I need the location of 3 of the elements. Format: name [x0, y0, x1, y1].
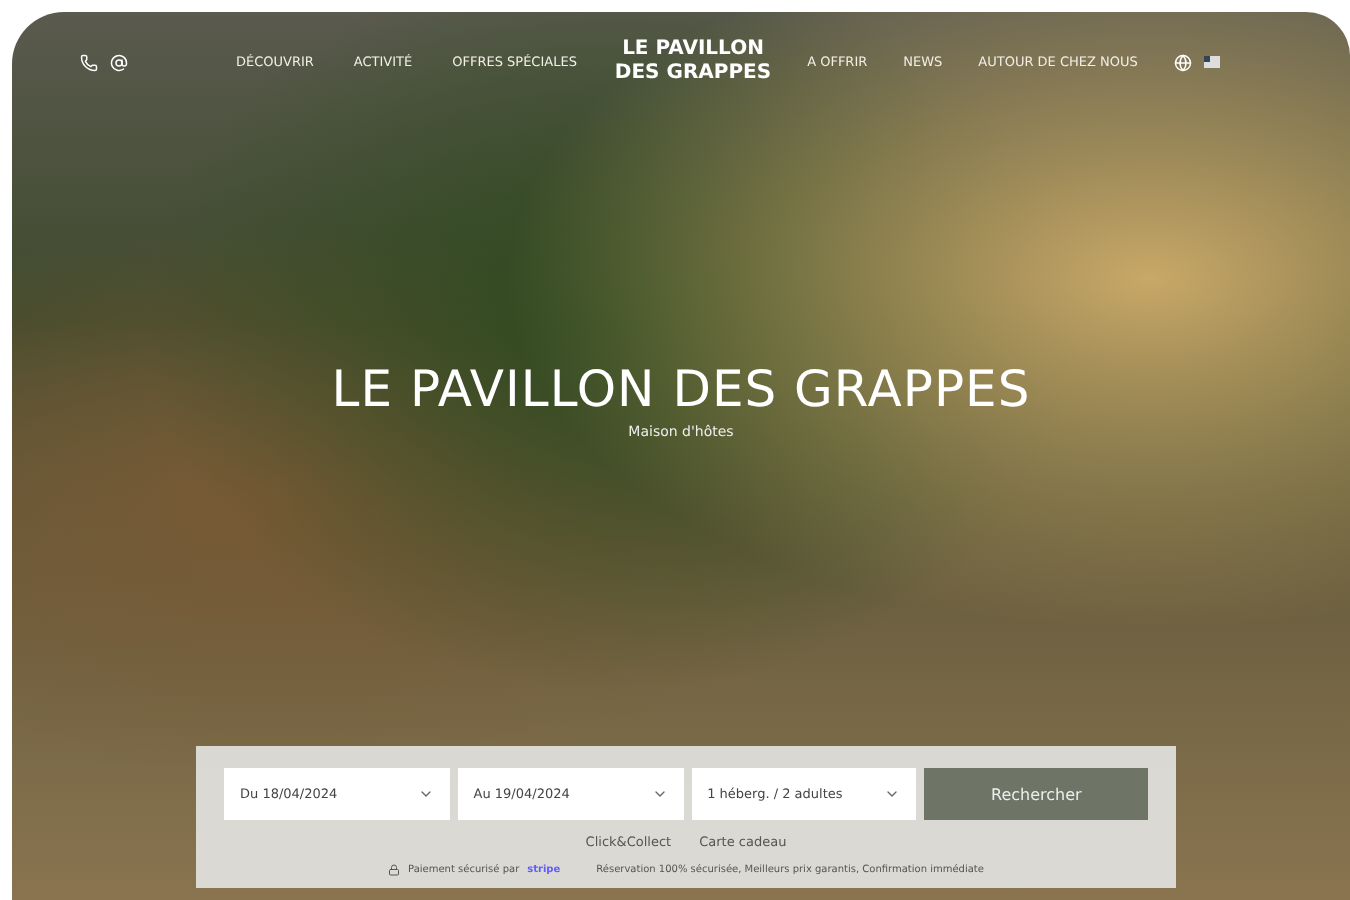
hero-title: LE PAVILLON DES GRAPPES [331, 359, 1031, 417]
logo[interactable]: LE PAVILLON DES GRAPPES [578, 38, 808, 86]
search-button[interactable]: Rechercher [924, 768, 1149, 820]
